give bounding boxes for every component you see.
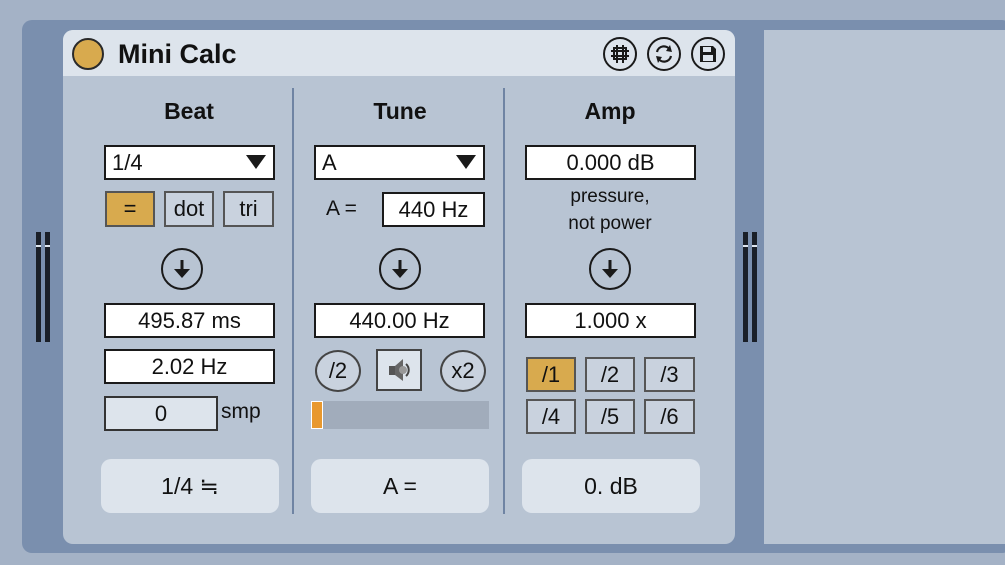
column-divider bbox=[292, 88, 294, 514]
beat-hz-field[interactable]: 2.02 Hz bbox=[104, 349, 275, 384]
device-title: Mini Calc bbox=[118, 39, 237, 69]
beat-section-title: Beat bbox=[164, 98, 214, 124]
arrow-down-icon bbox=[602, 260, 618, 278]
beat-compute-button[interactable] bbox=[161, 248, 203, 290]
divisor-button-1[interactable]: /1 bbox=[526, 357, 576, 392]
save-button[interactable] bbox=[691, 37, 725, 71]
divisor-button-2[interactable]: /2 bbox=[585, 357, 635, 392]
octave-down-button[interactable]: /2 bbox=[315, 350, 361, 392]
right-level-meter bbox=[743, 232, 759, 342]
power-icon[interactable] bbox=[72, 38, 104, 70]
divisor-button-3[interactable]: /3 bbox=[644, 357, 695, 392]
beat-mode-straight-button[interactable]: = bbox=[105, 191, 155, 227]
amp-compute-button[interactable] bbox=[589, 248, 631, 290]
preview-tone-button[interactable] bbox=[376, 349, 422, 391]
freeze-icon bbox=[611, 45, 629, 63]
beat-mode-triplet-button[interactable]: tri bbox=[223, 191, 274, 227]
divisor-button-6[interactable]: /6 bbox=[644, 399, 695, 434]
beat-samples-field[interactable]: 0 bbox=[104, 396, 218, 431]
amp-note-line-2: not power bbox=[568, 213, 652, 234]
beat-ms-field[interactable]: 495.87 ms bbox=[104, 303, 275, 338]
amp-result-button[interactable]: 0. dB bbox=[522, 459, 700, 513]
left-level-meter bbox=[36, 232, 52, 342]
chevron-down-icon bbox=[456, 155, 476, 169]
samples-unit-label: smp bbox=[221, 400, 261, 423]
save-icon bbox=[700, 46, 716, 62]
tune-compute-button[interactable] bbox=[379, 248, 421, 290]
arrow-down-icon bbox=[174, 260, 190, 278]
chevron-down-icon bbox=[246, 155, 266, 169]
speaker-icon bbox=[389, 359, 410, 381]
mini-calc-device: Mini Calc Beat 1/4 = dot tri 495.87 ms 2… bbox=[63, 30, 735, 544]
beat-division-value: 1/4 bbox=[112, 149, 143, 175]
tune-note-value: A bbox=[322, 149, 337, 175]
amp-section-title: Amp bbox=[584, 98, 636, 124]
divisor-button-4[interactable]: /4 bbox=[526, 399, 576, 434]
amp-db-field[interactable]: 0.000 dB bbox=[525, 145, 696, 180]
hot-swap-icon bbox=[655, 45, 673, 63]
amp-note-line-1: pressure, bbox=[570, 186, 650, 207]
tune-note-dropdown[interactable]: A bbox=[314, 145, 485, 180]
tune-section-title: Tune bbox=[373, 98, 427, 124]
beat-division-dropdown[interactable]: 1/4 bbox=[104, 145, 275, 180]
empty-device-drop-area[interactable] bbox=[764, 30, 1005, 544]
divisor-button-5[interactable]: /5 bbox=[585, 399, 635, 434]
freeze-button[interactable] bbox=[603, 37, 637, 71]
beat-result-button[interactable]: 1/4 ≒ bbox=[101, 459, 279, 513]
amp-factor-field[interactable]: 1.000 x bbox=[525, 303, 696, 338]
hot-swap-button[interactable] bbox=[647, 37, 681, 71]
reference-pitch-field[interactable]: 440 Hz bbox=[382, 192, 485, 227]
tone-volume-slider[interactable] bbox=[311, 401, 489, 429]
octave-up-button[interactable]: x2 bbox=[440, 350, 486, 392]
tune-result-button[interactable]: A = bbox=[311, 459, 489, 513]
reference-pitch-label: A = bbox=[326, 197, 357, 220]
device-title-bar[interactable]: Mini Calc bbox=[63, 30, 735, 76]
tone-volume-slider-fill bbox=[311, 401, 323, 429]
column-divider bbox=[503, 88, 505, 514]
arrow-down-icon bbox=[392, 260, 408, 278]
tune-frequency-field[interactable]: 440.00 Hz bbox=[314, 303, 485, 338]
beat-mode-dotted-button[interactable]: dot bbox=[164, 191, 214, 227]
